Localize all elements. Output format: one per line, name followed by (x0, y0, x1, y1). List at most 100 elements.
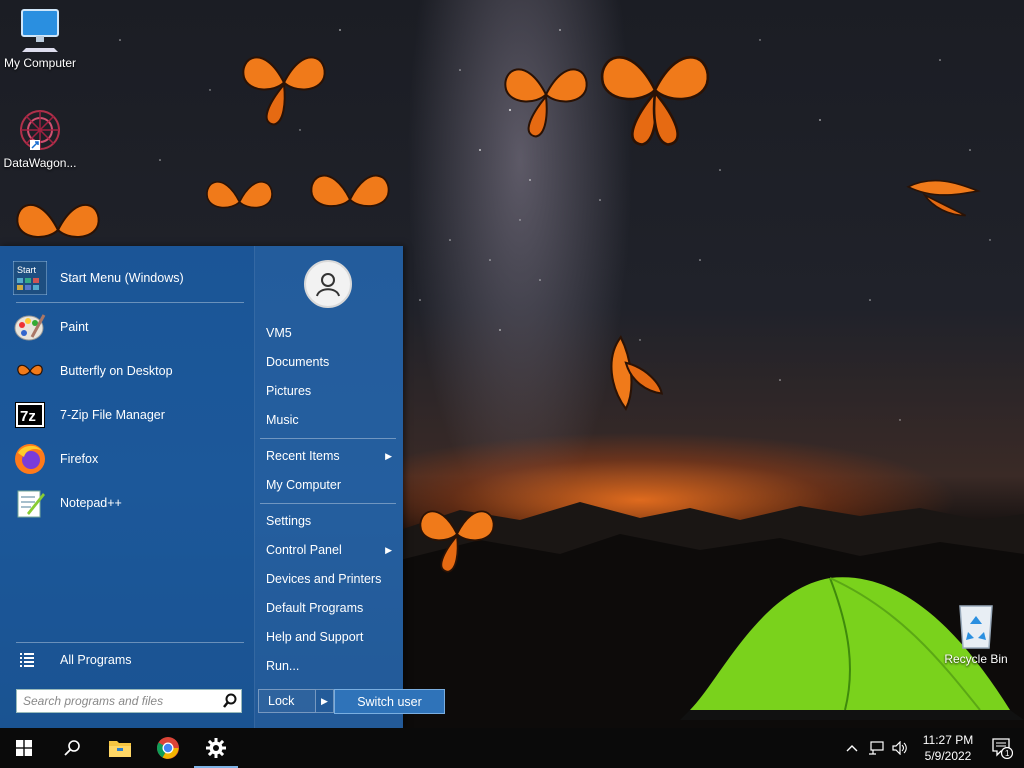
butterfly-icon (12, 353, 48, 389)
desktop-icon-label: DataWagon... (3, 156, 77, 170)
program-label: Paint (60, 320, 89, 334)
program-label: Start Menu (Windows) (60, 271, 184, 285)
divider (260, 503, 396, 504)
place-settings[interactable]: Settings (266, 510, 396, 532)
network-icon (869, 741, 884, 755)
desktop-icon-recycle-bin[interactable]: Recycle Bin (936, 600, 1016, 666)
place-label: Control Panel (266, 543, 342, 557)
butterfly-decoration (600, 56, 710, 146)
butterfly-decoration (610, 335, 664, 411)
butterfly-decoration (906, 179, 981, 217)
program-label: Firefox (60, 452, 99, 466)
butterfly-decoration (504, 68, 588, 138)
place-recent-items[interactable]: Recent Items ▶ (266, 445, 396, 467)
divider (260, 438, 396, 439)
desktop-icon-label: My Computer (3, 56, 77, 70)
file-explorer-icon (109, 741, 131, 757)
search-box[interactable] (16, 689, 242, 713)
search-input[interactable] (17, 694, 219, 708)
speaker-icon (892, 741, 907, 755)
clock-time: 11:27 PM (922, 733, 974, 747)
place-label: Music (266, 413, 299, 427)
power-options-arrow-button[interactable]: ▶ (316, 689, 334, 713)
switch-user-label: Switch user (357, 694, 422, 709)
action-center-button[interactable]: 1 (980, 728, 1024, 768)
clock[interactable]: 11:27 PM 5/9/2022 (916, 732, 980, 764)
start-menu-icon: Start (12, 260, 48, 296)
switch-user-menu-item[interactable]: Switch user (334, 689, 445, 714)
place-label: Run... (266, 659, 300, 673)
start-button[interactable] (0, 728, 48, 768)
user-icon (316, 273, 340, 297)
lock-label: Lock (268, 694, 295, 708)
place-label: My Computer (266, 478, 342, 492)
firefox-icon (12, 441, 48, 477)
divider (16, 642, 244, 643)
taskbar-file-explorer[interactable] (96, 728, 144, 768)
program-start-menu-windows[interactable]: Start Start Menu (Windows) (12, 258, 244, 298)
place-documents[interactable]: Documents (266, 351, 396, 373)
program-label: 7-Zip File Manager (60, 408, 165, 422)
chrome-icon (157, 737, 179, 759)
windows-start-icon (16, 740, 32, 756)
7zip-icon: 7z (12, 397, 48, 433)
list-icon (20, 653, 34, 667)
recycle-bin-icon (959, 605, 993, 649)
clock-date: 5/9/2022 (924, 749, 972, 763)
start-icon-text: Start (17, 265, 37, 275)
computer-icon (21, 9, 59, 52)
program-paint[interactable]: Paint (12, 307, 244, 347)
butterfly-decoration (206, 181, 273, 209)
program-butterfly-on-desktop[interactable]: Butterfly on Desktop (12, 351, 244, 391)
network-button[interactable] (864, 728, 888, 768)
search-icon[interactable] (219, 692, 241, 710)
place-devices-and-printers[interactable]: Devices and Printers (266, 568, 396, 590)
place-pictures[interactable]: Pictures (266, 380, 396, 402)
place-label: Settings (266, 514, 312, 528)
zip-icon-text: 7z (20, 408, 36, 425)
program-firefox[interactable]: Firefox (12, 439, 244, 479)
all-programs-button[interactable]: All Programs (16, 648, 246, 672)
place-default-programs[interactable]: Default Programs (266, 597, 396, 619)
place-vm5[interactable]: VM5 (266, 322, 396, 344)
butterfly-decoration (310, 174, 390, 207)
show-hidden-icons-button[interactable] (840, 728, 864, 768)
program-label: Butterfly on Desktop (60, 364, 173, 378)
place-label: Devices and Printers (266, 572, 382, 586)
place-music[interactable]: Music (266, 409, 396, 431)
chevron-right-icon: ▶ (321, 695, 328, 706)
place-label: Pictures (266, 384, 312, 398)
desktop-icon-label: Recycle Bin (944, 652, 1008, 666)
place-label: Help and Support (266, 630, 364, 644)
butterfly-decoration (419, 510, 495, 573)
volume-button[interactable] (888, 728, 912, 768)
paint-icon (12, 309, 48, 345)
place-my-computer[interactable]: My Computer (266, 474, 396, 496)
lock-button[interactable]: Lock (258, 689, 316, 713)
program-notepadpp[interactable]: Notepad++ (12, 483, 244, 523)
taskbar: 11:27 PM 5/9/2022 1 (0, 728, 1024, 768)
notepadpp-icon (12, 485, 48, 521)
place-run[interactable]: Run... (266, 655, 396, 677)
desktop-icon-my-computer[interactable]: My Computer (0, 8, 80, 70)
taskbar-settings[interactable] (192, 728, 240, 768)
notification-count: 1 (1005, 749, 1010, 758)
place-label: VM5 (266, 326, 292, 340)
place-label: Default Programs (266, 601, 364, 615)
taskbar-search-button[interactable] (48, 728, 96, 768)
place-help-and-support[interactable]: Help and Support (266, 626, 396, 648)
program-7zip[interactable]: 7z 7-Zip File Manager (12, 395, 244, 435)
butterfly-decoration (242, 56, 326, 126)
place-label: Recent Items (266, 449, 340, 463)
place-label: Documents (266, 355, 330, 369)
taskbar-chrome[interactable] (144, 728, 192, 768)
program-label: Notepad++ (60, 496, 122, 510)
search-icon (64, 740, 80, 756)
all-programs-label: All Programs (60, 653, 132, 667)
desktop-icon-datawagon[interactable]: DataWagon... (0, 106, 80, 170)
datawagon-icon (20, 110, 60, 150)
user-avatar[interactable] (304, 260, 352, 308)
butterfly-decoration (16, 204, 100, 238)
place-control-panel[interactable]: Control Panel ▶ (266, 539, 396, 561)
submenu-arrow-icon: ▶ (385, 544, 392, 555)
